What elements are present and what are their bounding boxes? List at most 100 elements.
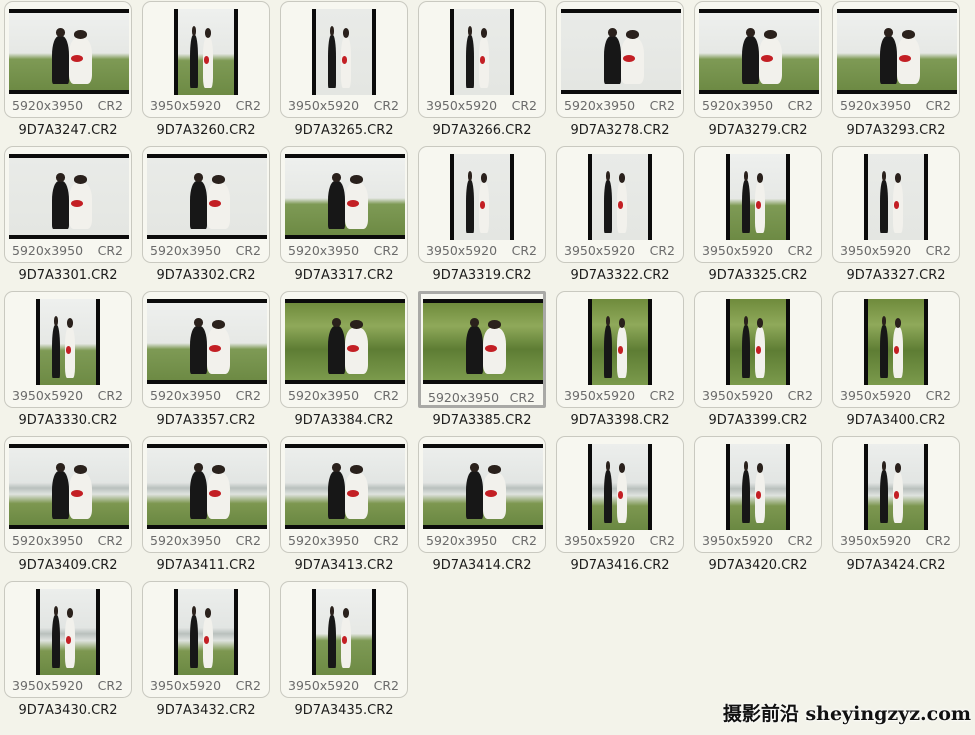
bride-head (618, 173, 625, 183)
file-name-label[interactable]: 9D7A3384.CR2 (280, 413, 408, 429)
groom-figure (328, 173, 345, 229)
thumbnail-tile[interactable]: 5920x3950 CR2 (280, 291, 408, 408)
image-dimensions: 3950x5920 (564, 388, 636, 403)
thumbnail-tile[interactable]: 3950x5920 CR2 (832, 291, 960, 408)
file-name-label[interactable]: 9D7A3409.CR2 (4, 558, 132, 574)
thumbnail-tile[interactable]: 3950x5920 CR2 (556, 436, 684, 553)
thumbnail-tile[interactable]: 5920x3950 CR2 (280, 436, 408, 553)
groom-figure (604, 171, 613, 234)
photo-thumbnail (174, 589, 238, 675)
file-name-label[interactable]: 9D7A3432.CR2 (142, 703, 270, 719)
file-name-label[interactable]: 9D7A3399.CR2 (694, 413, 822, 429)
image-dimensions: 3950x5920 (840, 243, 912, 258)
thumbnail-tile[interactable]: 5920x3950 CR2 (280, 146, 408, 263)
bride-head (894, 463, 901, 473)
image-dimensions: 3950x5920 (288, 98, 360, 113)
file-name-label[interactable]: 9D7A3420.CR2 (694, 558, 822, 574)
bride-head (342, 608, 349, 618)
file-type: CR2 (649, 98, 675, 113)
bride-head (488, 320, 501, 329)
file-name-label[interactable]: 9D7A3278.CR2 (556, 123, 684, 139)
file-name-label[interactable]: 9D7A3266.CR2 (418, 123, 546, 139)
thumbnail-tile[interactable]: 3950x5920 CR2 (280, 1, 408, 118)
thumbnail-meta: 3950x5920 CR2 (702, 533, 813, 548)
thumbnail-tile[interactable]: 3950x5920 CR2 (556, 146, 684, 263)
file-name-label[interactable]: 9D7A3398.CR2 (556, 413, 684, 429)
thumbnail-tile[interactable]: 5920x3950 CR2 (832, 1, 960, 118)
groom-figure (604, 461, 613, 524)
bride-head (488, 465, 501, 474)
file-name-label[interactable]: 9D7A3260.CR2 (142, 123, 270, 139)
file-type: CR2 (97, 678, 123, 693)
file-name-label[interactable]: 9D7A3330.CR2 (4, 413, 132, 429)
photo-thumbnail (726, 154, 790, 240)
image-dimensions: 5920x3950 (288, 533, 360, 548)
photo-thumbnail (864, 299, 928, 385)
file-name-label[interactable]: 9D7A3414.CR2 (418, 558, 546, 574)
file-name-label[interactable]: 9D7A3435.CR2 (280, 703, 408, 719)
thumbnail-meta: 5920x3950 CR2 (150, 388, 261, 403)
thumbnail-meta: 5920x3950 CR2 (288, 388, 399, 403)
thumbnail-tile[interactable]: 5920x3950 CR2 (418, 291, 546, 408)
thumbnail-tile[interactable]: 5920x3950 CR2 (142, 436, 270, 553)
thumbnail-tile[interactable]: 5920x3950 CR2 (4, 146, 132, 263)
thumbnail-meta: 3950x5920 CR2 (702, 388, 813, 403)
thumbnail-tile[interactable]: 5920x3950 CR2 (4, 436, 132, 553)
photo-thumbnail (561, 9, 681, 94)
photo-thumbnail (147, 299, 267, 384)
groom-figure (880, 28, 897, 84)
thumbnail-tile[interactable]: 3950x5920 CR2 (280, 581, 408, 698)
thumbnail-meta: 5920x3950 CR2 (288, 533, 399, 548)
file-name-label[interactable]: 9D7A3416.CR2 (556, 558, 684, 574)
thumbnail-tile[interactable]: 3950x5920 CR2 (556, 291, 684, 408)
file-name-label[interactable]: 9D7A3247.CR2 (4, 123, 132, 139)
groom-head (745, 28, 756, 38)
file-name-label[interactable]: 9D7A3385.CR2 (418, 413, 546, 429)
thumbnail-tile[interactable]: 3950x5920 CR2 (142, 1, 270, 118)
bride-head (626, 30, 639, 39)
thumbnail-tile[interactable]: 3950x5920 CR2 (4, 581, 132, 698)
thumbnail-tile[interactable]: 3950x5920 CR2 (694, 146, 822, 263)
thumbnail-tile[interactable]: 5920x3950 CR2 (4, 1, 132, 118)
file-name-label[interactable]: 9D7A3301.CR2 (4, 268, 132, 284)
file-name-label[interactable]: 9D7A3293.CR2 (832, 123, 960, 139)
thumbnail-meta: 3950x5920 CR2 (288, 98, 399, 113)
photo-thumbnail (726, 444, 790, 530)
file-name-label[interactable]: 9D7A3325.CR2 (694, 268, 822, 284)
file-type: CR2 (235, 533, 261, 548)
file-name-label[interactable]: 9D7A3400.CR2 (832, 413, 960, 429)
image-dimensions: 3950x5920 (12, 388, 84, 403)
file-name-label[interactable]: 9D7A3430.CR2 (4, 703, 132, 719)
file-name-label[interactable]: 9D7A3322.CR2 (556, 268, 684, 284)
thumbnail-tile[interactable]: 3950x5920 CR2 (418, 1, 546, 118)
bride-head (74, 465, 87, 474)
thumbnail-tile[interactable]: 3950x5920 CR2 (694, 291, 822, 408)
photo-thumbnail (837, 9, 957, 94)
file-name-label[interactable]: 9D7A3327.CR2 (832, 268, 960, 284)
thumbnail-tile[interactable]: 3950x5920 CR2 (418, 146, 546, 263)
file-name-label[interactable]: 9D7A3319.CR2 (418, 268, 546, 284)
thumbnail-meta: 3950x5920 CR2 (564, 533, 675, 548)
file-name-label[interactable]: 9D7A3411.CR2 (142, 558, 270, 574)
thumbnail-tile[interactable]: 5920x3950 CR2 (556, 1, 684, 118)
thumbnail-tile[interactable]: 3950x5920 CR2 (4, 291, 132, 408)
thumbnail-tile[interactable]: 3950x5920 CR2 (142, 581, 270, 698)
groom-figure (52, 173, 69, 229)
bride-head (894, 318, 901, 328)
file-name-label[interactable]: 9D7A3357.CR2 (142, 413, 270, 429)
thumbnail-tile[interactable]: 3950x5920 CR2 (832, 146, 960, 263)
file-name-label[interactable]: 9D7A3317.CR2 (280, 268, 408, 284)
thumbnail-tile[interactable]: 3950x5920 CR2 (832, 436, 960, 553)
thumbnail-tile[interactable]: 5920x3950 CR2 (142, 146, 270, 263)
file-name-label[interactable]: 9D7A3302.CR2 (142, 268, 270, 284)
thumbnail-tile[interactable]: 3950x5920 CR2 (694, 436, 822, 553)
file-name-label[interactable]: 9D7A3413.CR2 (280, 558, 408, 574)
thumbnail-tile[interactable]: 5920x3950 CR2 (142, 291, 270, 408)
file-name-label[interactable]: 9D7A3424.CR2 (832, 558, 960, 574)
thumbnail-tile[interactable]: 5920x3950 CR2 (694, 1, 822, 118)
photo-thumbnail (285, 154, 405, 239)
file-name-label[interactable]: 9D7A3279.CR2 (694, 123, 822, 139)
thumbnail-tile[interactable]: 5920x3950 CR2 (418, 436, 546, 553)
file-name-label[interactable]: 9D7A3265.CR2 (280, 123, 408, 139)
photo-thumbnail (726, 299, 790, 385)
